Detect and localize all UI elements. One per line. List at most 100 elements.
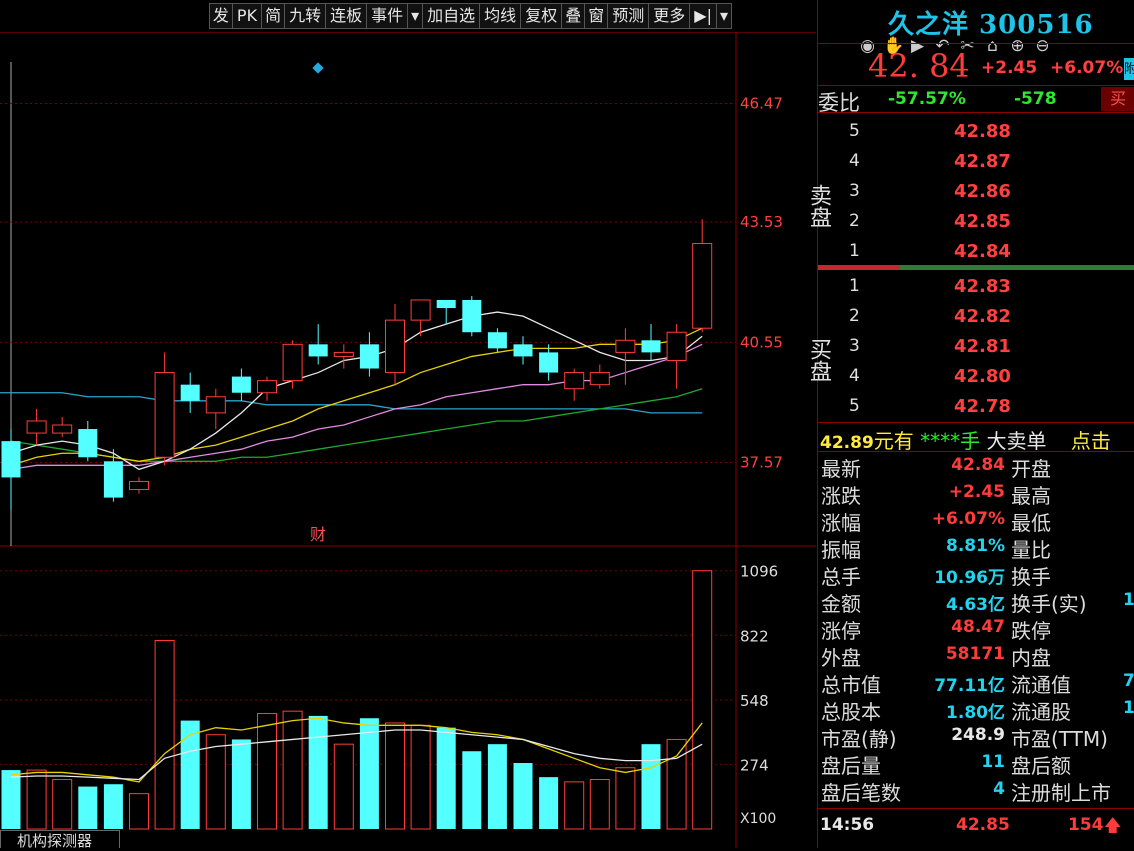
sell-strength-bar <box>818 265 900 270</box>
stock-title[interactable]: 久之洋 300516 <box>888 4 1094 41</box>
toolbar-button-11[interactable]: 窗 <box>584 3 609 29</box>
vol-ma-white-line <box>10 729 703 781</box>
quote-row: 总股本 1.80亿 流通股 1 <box>818 696 1134 724</box>
candle-body <box>487 332 507 349</box>
volume-bar <box>78 786 98 829</box>
candle-body <box>359 344 379 369</box>
volume-bar <box>333 743 354 830</box>
extra-tag[interactable]: 附 <box>1124 58 1134 80</box>
toolbar-button-14[interactable]: ▶| <box>689 3 717 29</box>
order-level-price[interactable]: 42.87 <box>954 151 1011 172</box>
volume-bar <box>589 779 610 830</box>
toolbar-button-15[interactable]: ▾ <box>715 3 732 29</box>
weibi-pct: -57.57% <box>888 89 966 109</box>
order-level-price[interactable]: 42.82 <box>954 306 1011 327</box>
toolbar-button-8[interactable]: 均线 <box>479 3 522 29</box>
quote-value: +6.07% <box>931 509 1005 529</box>
quote-row: 金额 4.63亿 换手(实) 1 <box>818 588 1134 616</box>
quote-label: 盘后量 <box>821 754 881 778</box>
toolbar-button-6[interactable]: ▾ <box>407 3 424 29</box>
candle-body <box>692 243 713 329</box>
order-level-price[interactable]: 42.80 <box>954 366 1011 387</box>
toolbar-button-10[interactable]: 叠 <box>561 3 586 29</box>
quote-value-2: 77 <box>1123 671 1134 691</box>
candle-body <box>205 396 226 414</box>
quote-row: 涨停 48.47 跌停 <box>818 615 1134 643</box>
toolbar-button-13[interactable]: 更多 <box>648 3 691 29</box>
toolbar-button-12[interactable]: 预测 <box>607 3 650 29</box>
order-level-price[interactable]: 42.78 <box>954 396 1011 417</box>
quote-label: 振幅 <box>821 538 861 562</box>
order-level-price[interactable]: 42.88 <box>954 121 1011 142</box>
toolbar-button-4[interactable]: 连板 <box>325 3 368 29</box>
order-level-num: 3 <box>849 181 860 201</box>
candle-body <box>513 344 533 357</box>
toolbar-button-7[interactable]: 加自选 <box>422 3 481 29</box>
candle-body <box>462 299 482 333</box>
volume-bar <box>615 767 636 830</box>
candle-body <box>154 372 175 458</box>
alert-type: 大卖单 <box>986 429 1047 453</box>
volume-bar <box>539 777 559 829</box>
price-tick-label: 40.55 <box>740 333 783 351</box>
order-level-price[interactable]: 42.86 <box>954 181 1011 202</box>
toolbar-button-0[interactable]: 发 <box>208 3 233 29</box>
candle-body <box>615 339 636 353</box>
quote-value: 48.47 <box>951 617 1005 637</box>
volume-bar <box>257 713 277 830</box>
bottom-tab-institution-detector[interactable]: 机构探测器 <box>0 830 120 850</box>
order-level-price[interactable]: 42.85 <box>954 211 1011 232</box>
candle-body <box>385 319 405 374</box>
volume-bar <box>385 722 405 830</box>
order-level-num: 4 <box>849 151 860 171</box>
volume-bar <box>692 570 713 830</box>
candle-body <box>257 380 277 394</box>
quote-value: 10.96万 <box>934 568 1005 588</box>
quote-row: 盘后笔数 4 注册制上市 <box>818 777 1134 805</box>
quote-label: 总股本 <box>821 700 881 724</box>
toolbar-button-1[interactable]: PK <box>231 3 263 29</box>
order-level-price[interactable]: 42.84 <box>954 241 1011 262</box>
ma-white-line <box>10 311 703 471</box>
candle-body <box>78 429 98 458</box>
order-level-price[interactable]: 42.83 <box>954 276 1011 297</box>
toolbar-button-9[interactable]: 复权 <box>520 3 563 29</box>
ma-magenta-line <box>10 343 703 471</box>
kline-chart[interactable]: 46.47 43.53 40.55 37.57 1096 822 548 274 X100 财 <box>0 32 816 848</box>
volume-bar <box>410 724 431 830</box>
volume-bar <box>154 639 175 830</box>
tick-time: 14:56 <box>820 815 875 835</box>
quote-row: 涨幅 +6.07% 最低 <box>818 507 1134 535</box>
quote-row: 总手 10.96万 换手 <box>818 561 1134 589</box>
quote-value: 77.11亿 <box>934 676 1005 696</box>
tick-volume: 154 <box>1068 815 1104 835</box>
candle-body <box>282 343 303 382</box>
quote-value: +2.45 <box>948 482 1005 502</box>
buy-tag[interactable]: 买 <box>1101 87 1134 111</box>
price-tick-label: 46.47 <box>740 95 783 113</box>
volume-bar <box>462 751 482 829</box>
quote-label-2: 开盘 <box>1011 457 1051 481</box>
quote-row: 外盘 58171 内盘 <box>818 642 1134 670</box>
vol-ma-yellow-line <box>10 717 703 783</box>
quote-label: 金额 <box>821 592 861 616</box>
volume-bar <box>129 793 149 830</box>
quote-row: 涨跌 +2.45 最高 <box>818 480 1134 508</box>
chart-toolbar: 发 PK 简九转 连板 事件 ▾ 加自选 均线 复权叠窗预测 更多 ▶| ▾ <box>0 0 816 33</box>
ma-green-line <box>10 388 703 462</box>
toolbar-button-3[interactable]: 九转 <box>284 3 327 29</box>
order-level-num: 2 <box>849 306 860 326</box>
quote-panel: 久之洋 300516 42. 84 +2.45 +6.07% 附 委比 -57.… <box>806 0 1134 848</box>
big-order-alert[interactable]: 42.89元有 ****手 大卖单 点击 <box>820 425 1111 454</box>
toolbar-button-2[interactable]: 简 <box>261 3 286 29</box>
toolbar-button-5[interactable]: 事件 <box>366 3 409 29</box>
volume-bar <box>231 739 251 829</box>
volume-tick-label: 548 <box>740 692 769 710</box>
quote-label-2: 注册制上市 <box>1011 781 1111 805</box>
quote-value-2: 1 <box>1123 590 1134 610</box>
candle-body <box>589 372 610 386</box>
volume-tick-label: 274 <box>740 756 769 774</box>
order-level-num: 1 <box>849 276 860 296</box>
quote-value: 4 <box>993 779 1005 799</box>
order-level-price[interactable]: 42.81 <box>954 336 1011 357</box>
